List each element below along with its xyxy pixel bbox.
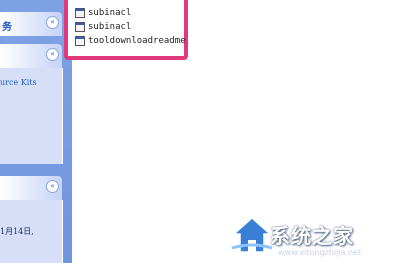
file-name: tooldownloadreadme [88, 36, 186, 46]
file-list-highlight: subinacl subinacl tooldownloadreadme [64, 0, 188, 60]
file-icon [75, 22, 85, 32]
watermark-text: 系统之家 [270, 224, 354, 248]
task-panel-header[interactable]: 务 « [0, 12, 62, 36]
collapse-chevron-icon[interactable]: « [46, 48, 59, 61]
house-logo-icon [231, 216, 273, 253]
task-panel-title: 务 [2, 22, 12, 33]
collapse-chevron-icon[interactable]: « [46, 16, 59, 29]
panel-details-text: 1月14日, [0, 227, 34, 236]
task-panel-header[interactable]: « [0, 176, 62, 200]
file-name: subinacl [88, 22, 132, 32]
list-item[interactable]: subinacl [75, 7, 131, 19]
collapse-chevron-icon[interactable]: « [46, 180, 59, 193]
panel-link-text[interactable]: urce Kits [0, 78, 37, 87]
task-panel-header[interactable]: « [0, 44, 62, 68]
file-icon [75, 8, 85, 18]
watermark-url: www.xitongzhijia.net [278, 248, 362, 257]
file-name: subinacl [88, 8, 132, 18]
task-pane: 务 « « urce Kits « 1月14日, [0, 0, 72, 263]
task-panel-body: 1月14日, [0, 200, 63, 263]
list-item[interactable]: tooldownloadreadme [75, 35, 186, 47]
site-watermark: 系统之家 www.xitongzhijia.net [230, 212, 400, 263]
list-item[interactable]: subinacl [75, 21, 131, 33]
file-icon [75, 36, 85, 46]
task-panel-body: urce Kits [0, 68, 63, 164]
